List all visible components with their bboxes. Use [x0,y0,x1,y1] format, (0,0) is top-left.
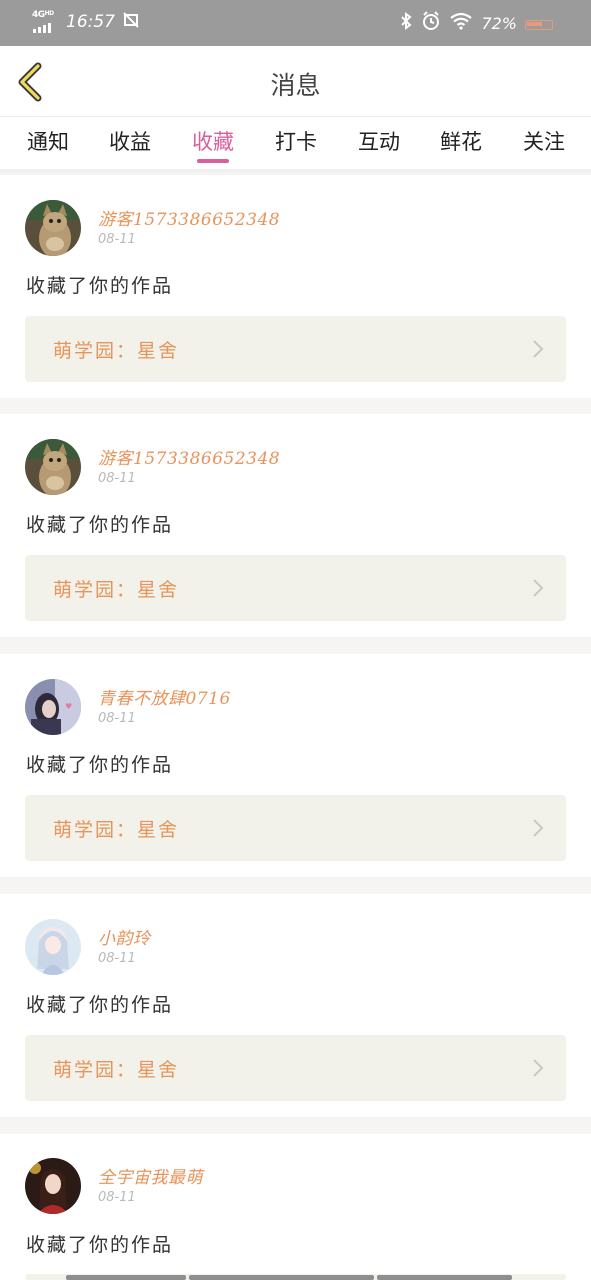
tab-checkin[interactable]: 打卡 [266,126,326,156]
username[interactable]: 青春不放肆0716 [98,684,231,709]
work-link[interactable]: 萌学园：星舍 [25,555,566,621]
alarm-icon [421,11,441,36]
avatar[interactable] [25,439,81,495]
action-text: 收藏了你的作品 [26,275,174,297]
work-title: 萌学园：星舍 [53,819,180,841]
tab-earnings[interactable]: 收益 [100,126,160,156]
tab-flowers[interactable]: 鲜花 [431,126,491,156]
page-title: 消息 [270,71,321,100]
work-link[interactable]: 萌学园：星舍 [25,316,566,382]
screenshot-icon [123,12,139,32]
tab-notifications[interactable]: 通知 [18,126,78,156]
scroll-indicator [66,1275,526,1280]
action-text: 收藏了你的作品 [26,994,174,1016]
cat-avatar [25,200,81,256]
anime-girl-avatar [25,1158,81,1214]
tab-follows[interactable]: 关注 [514,126,574,156]
username[interactable]: 全宇宙我最萌 [98,1163,203,1188]
status-bar: 4GHD 16:57 72% [0,0,591,46]
svg-text:♥: ♥ [65,702,72,711]
chevron-right-icon [533,819,544,837]
tab-interaction[interactable]: 互动 [349,126,409,156]
tab-bar: 通知 收益 收藏 打卡 互动 鲜花 关注 [0,117,591,169]
battery-icon [525,18,555,30]
signal-icon: 4GHD [32,10,58,33]
username[interactable]: 游客1573386652348 [98,205,280,230]
avatar[interactable]: ♥ [25,679,81,735]
navigation-bar: 消息 [0,46,591,117]
message-card: 游客1573386652348 08-11 收藏了你的作品 萌学园：星舍 [0,175,591,398]
clock-time: 16:57 [66,12,115,32]
work-title: 萌学园：星舍 [53,1059,180,1081]
message-card: 全宇宙我最萌 08-11 收藏了你的作品 [0,1134,591,1280]
avatar[interactable] [25,200,81,256]
action-text: 收藏了你的作品 [26,754,174,776]
active-tab-indicator [197,159,229,163]
username[interactable]: 小韵玲 [98,924,151,949]
action-text: 收藏了你的作品 [26,1234,174,1256]
action-text: 收藏了你的作品 [26,514,174,536]
message-date: 08-11 [98,232,136,247]
battery-percent: 72% [481,14,517,33]
work-link[interactable]: 萌学园：星舍 [25,795,566,861]
anime-girl-avatar [25,919,81,975]
message-card: 小韵玲 08-11 收藏了你的作品 萌学园：星舍 [0,894,591,1117]
username[interactable]: 游客1573386652348 [98,444,280,469]
avatar[interactable] [25,1158,81,1214]
work-link[interactable]: 萌学园：星舍 [25,1035,566,1101]
message-date: 08-11 [98,471,136,486]
chevron-right-icon [533,579,544,597]
work-title: 萌学园：星舍 [53,340,180,362]
work-title: 萌学园：星舍 [53,579,180,601]
bluetooth-icon [399,12,413,35]
message-date: 08-11 [98,951,136,966]
wifi-icon [449,12,473,35]
cat-avatar [25,439,81,495]
portrait-avatar: ♥ [25,679,81,735]
chevron-right-icon [533,1059,544,1077]
message-card: ♥ 青春不放肆0716 08-11 收藏了你的作品 萌学园：星舍 [0,654,591,877]
message-date: 08-11 [98,711,136,726]
message-card: 游客1573386652348 08-11 收藏了你的作品 萌学园：星舍 [0,414,591,637]
tab-favorites[interactable]: 收藏 [183,126,243,156]
chevron-right-icon [533,340,544,358]
message-date: 08-11 [98,1190,136,1205]
avatar[interactable] [25,919,81,975]
